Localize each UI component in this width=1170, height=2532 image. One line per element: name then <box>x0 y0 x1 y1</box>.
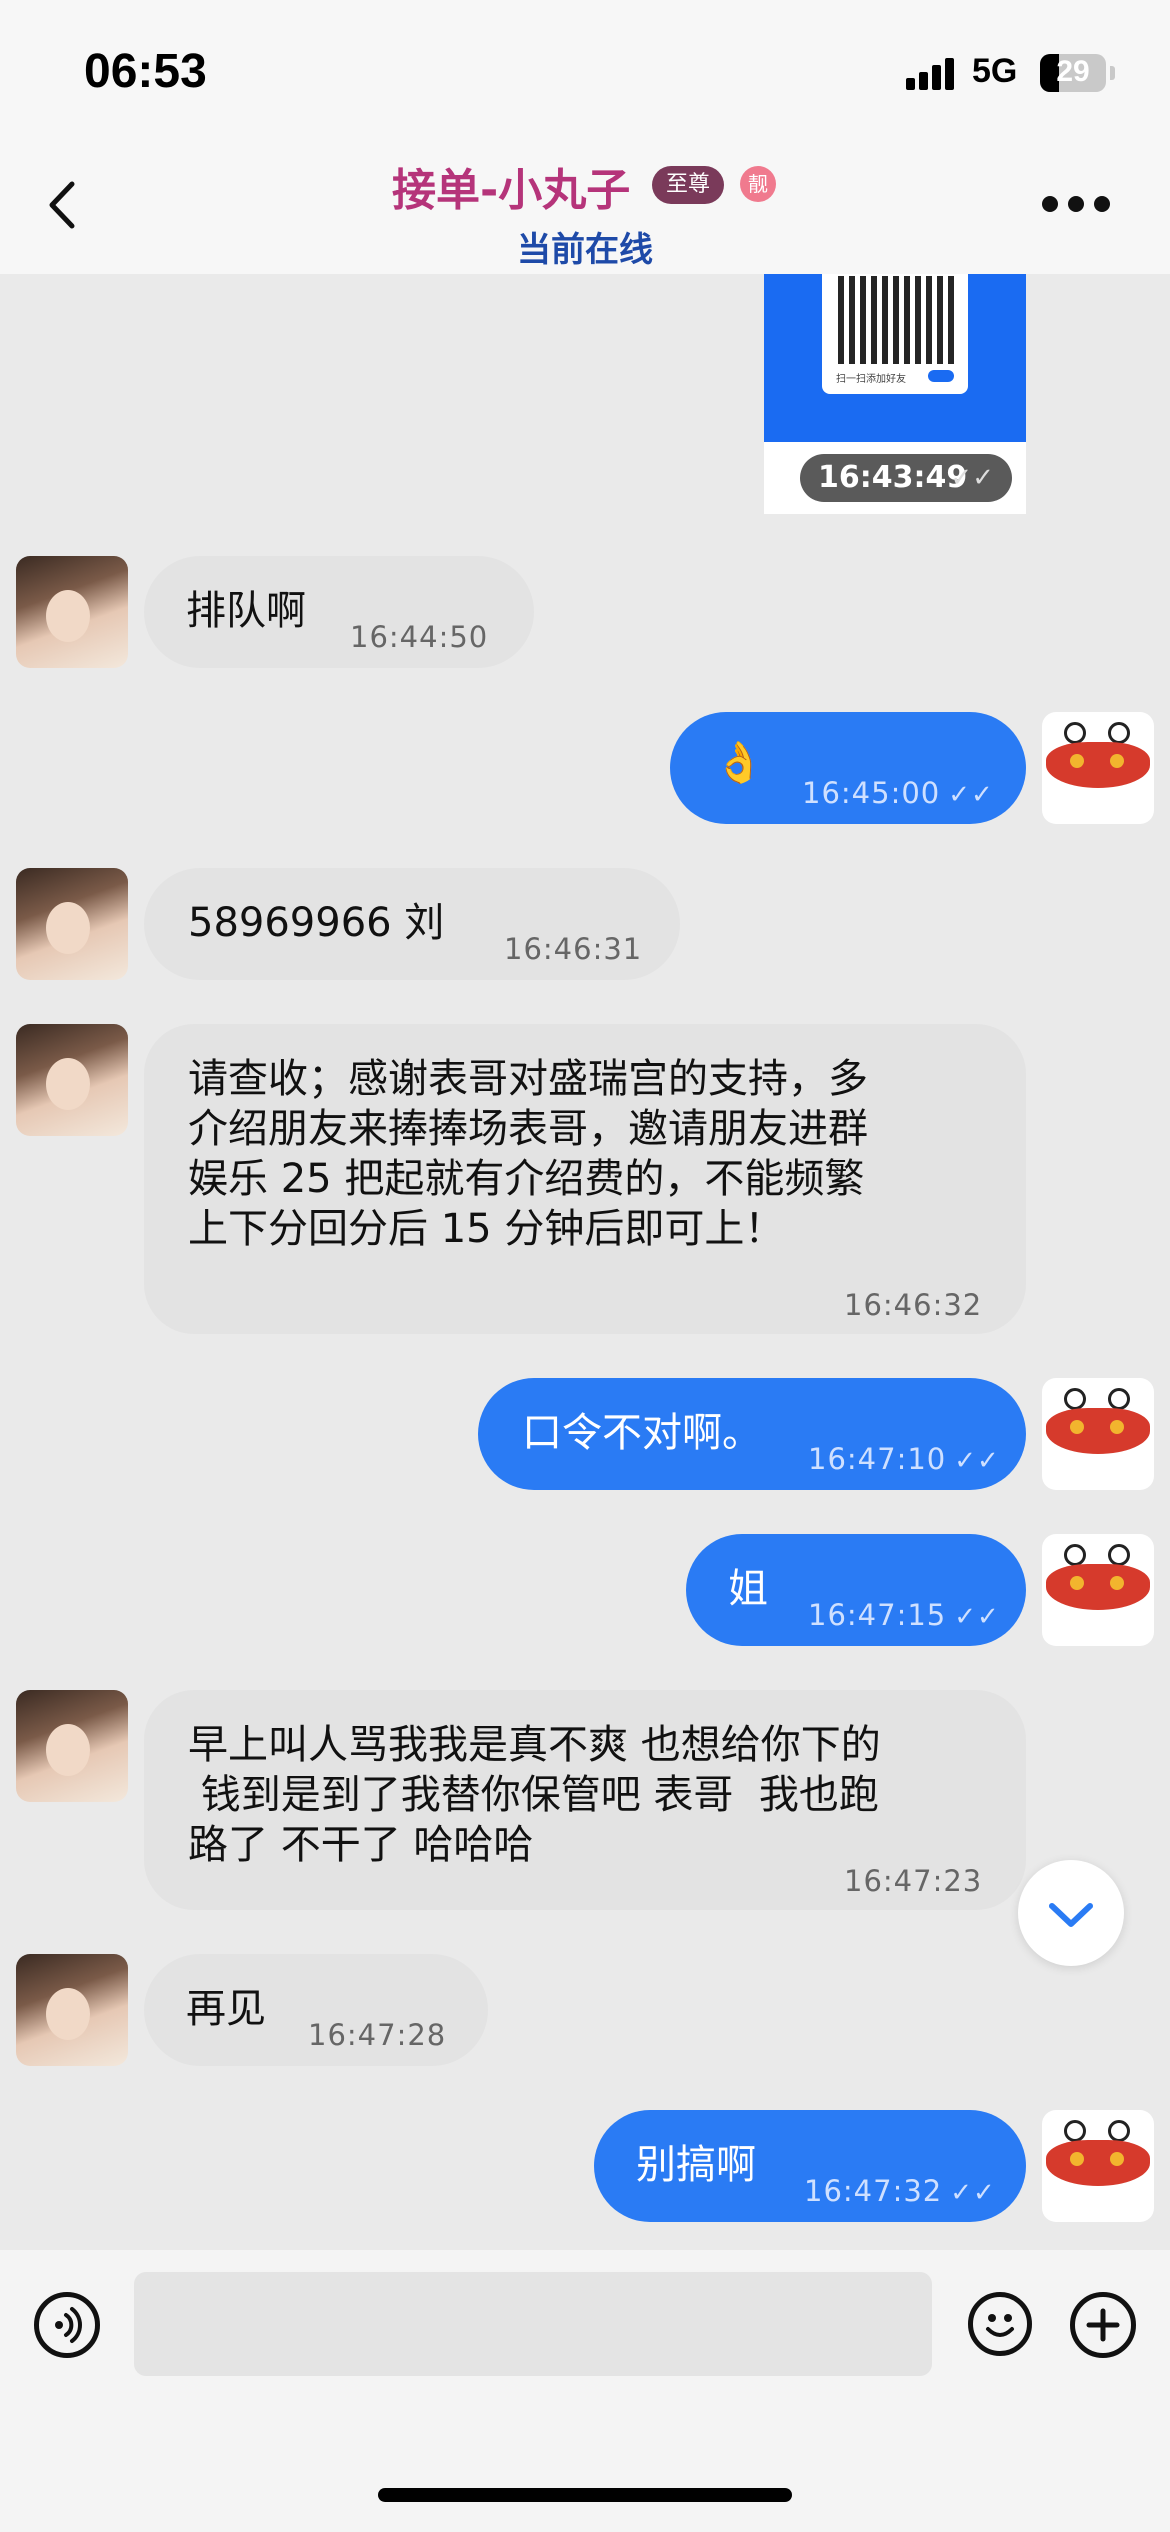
message-bubble-outgoing[interactable]: 口令不对啊。 16:47:10 ✓✓ <box>478 1378 1026 1490</box>
status-bar: 06:53 5G 29 <box>0 0 1170 140</box>
chevron-down-icon <box>1049 1903 1093 1927</box>
my-avatar[interactable] <box>1042 1534 1154 1646</box>
read-receipt-icon: ✓✓ <box>950 2178 996 2208</box>
qr-paper: 扫一扫添加好友 <box>822 274 968 394</box>
image-message[interactable]: 扫一扫添加好友 16:43:49 ✓✓ <box>764 274 1026 514</box>
message-bubble-incoming[interactable]: 58969966 刘 16:46:31 <box>144 868 680 980</box>
plus-icon <box>1086 2308 1120 2342</box>
read-receipt-icon: ✓✓ <box>950 463 994 493</box>
contact-avatar[interactable] <box>16 1024 128 1136</box>
message-bubble-outgoing[interactable]: 别搞啊 16:47:32 ✓✓ <box>594 2110 1026 2222</box>
voice-icon <box>55 2307 82 2343</box>
battery-icon: 29 <box>1040 54 1106 92</box>
message-bubble-incoming[interactable]: 排队啊 16:44:50 <box>144 556 534 668</box>
message-list[interactable]: 扫一扫添加好友 16:43:49 ✓✓ 排队啊 16:44:50 👌 16:45… <box>0 274 1170 2244</box>
message-text: 排队啊 <box>186 588 306 634</box>
message-time: 16:46:32 <box>844 1288 983 1322</box>
message-time: 16:46:31 <box>504 932 643 966</box>
qr-code-icon <box>838 276 954 364</box>
emoji-button[interactable] <box>968 2292 1032 2356</box>
plus-button[interactable] <box>1070 2292 1136 2358</box>
message-bubble-outgoing[interactable]: 姐 16:47:15 ✓✓ <box>686 1534 1026 1646</box>
message-text: 口令不对啊。 <box>522 1410 762 1456</box>
contact-avatar[interactable] <box>16 1954 128 2066</box>
message-text: 再见 <box>186 1986 266 2032</box>
message-bubble-incoming[interactable]: 早上叫人骂我我是真不爽 也想给你下的 钱到是到了我替你保管吧 表哥 我也跑 路了… <box>144 1690 1026 1910</box>
my-avatar[interactable] <box>1042 712 1154 824</box>
message-bubble-incoming[interactable]: 请查收；感谢表哥对盛瑞宫的支持，多 介绍朋友来捧捧场表哥，邀请朋友进群 娱乐 2… <box>144 1024 1026 1334</box>
more-dots-icon <box>1042 196 1058 212</box>
message-time: 16:47:23 <box>844 1864 983 1898</box>
message-time: 16:47:32 ✓✓ <box>804 2174 996 2208</box>
network-label: 5G <box>972 52 1018 90</box>
input-bar <box>0 2250 1170 2532</box>
message-input[interactable] <box>134 2272 932 2376</box>
signal-icon <box>906 58 958 90</box>
message-time: 16:47:10 ✓✓ <box>808 1442 1000 1476</box>
message-time: 16:45:00 ✓✓ <box>802 776 994 810</box>
message-time: 16:43:49 ✓✓ <box>800 454 1012 502</box>
message-text: 👌 <box>714 740 764 786</box>
message-text: 姐 <box>728 1566 768 1612</box>
read-receipt-icon: ✓✓ <box>954 1602 1000 1632</box>
home-indicator[interactable] <box>378 2488 792 2502</box>
message-bubble-outgoing[interactable]: 👌 16:45:00 ✓✓ <box>670 712 1026 824</box>
status-time: 06:53 <box>84 45 207 98</box>
chat-header: 接单-小丸子 至尊 靓 当前在线 <box>0 140 1170 274</box>
chat-title[interactable]: 接单-小丸子 <box>392 154 630 218</box>
my-avatar[interactable] <box>1042 2110 1154 2222</box>
liang-badge: 靓 <box>740 166 776 202</box>
message-time: 16:44:50 <box>350 620 489 654</box>
message-text: 请查收；感谢表哥对盛瑞宫的支持，多 介绍朋友来捧捧场表哥，邀请朋友进群 娱乐 2… <box>188 1056 868 1252</box>
battery-level: 29 <box>1056 55 1090 88</box>
contact-avatar[interactable] <box>16 1690 128 1802</box>
qr-caption: 扫一扫添加好友 <box>836 374 906 385</box>
voice-button[interactable] <box>34 2292 100 2358</box>
emoji-icon <box>986 2314 1014 2337</box>
scroll-to-bottom-button[interactable] <box>1018 1860 1124 1966</box>
qr-image[interactable]: 扫一扫添加好友 <box>764 274 1026 442</box>
message-time: 16:47:15 ✓✓ <box>808 1598 1000 1632</box>
message-text: 早上叫人骂我我是真不爽 也想给你下的 钱到是到了我替你保管吧 表哥 我也跑 路了… <box>188 1722 881 1868</box>
more-button[interactable] <box>1036 188 1116 218</box>
contact-avatar[interactable] <box>16 868 128 980</box>
contact-avatar[interactable] <box>16 556 128 668</box>
message-text: 别搞啊 <box>636 2142 756 2188</box>
my-avatar[interactable] <box>1042 1378 1154 1490</box>
message-time: 16:47:28 <box>308 2018 447 2052</box>
qr-tag <box>928 370 954 382</box>
vip-badge: 至尊 <box>652 166 725 204</box>
online-status: 当前在线 <box>517 230 653 270</box>
read-receipt-icon: ✓✓ <box>948 780 994 810</box>
message-text: 58969966 刘 <box>188 900 445 946</box>
message-bubble-incoming[interactable]: 再见 16:47:28 <box>144 1954 488 2066</box>
battery-nub <box>1110 66 1115 80</box>
read-receipt-icon: ✓✓ <box>954 1446 1000 1476</box>
